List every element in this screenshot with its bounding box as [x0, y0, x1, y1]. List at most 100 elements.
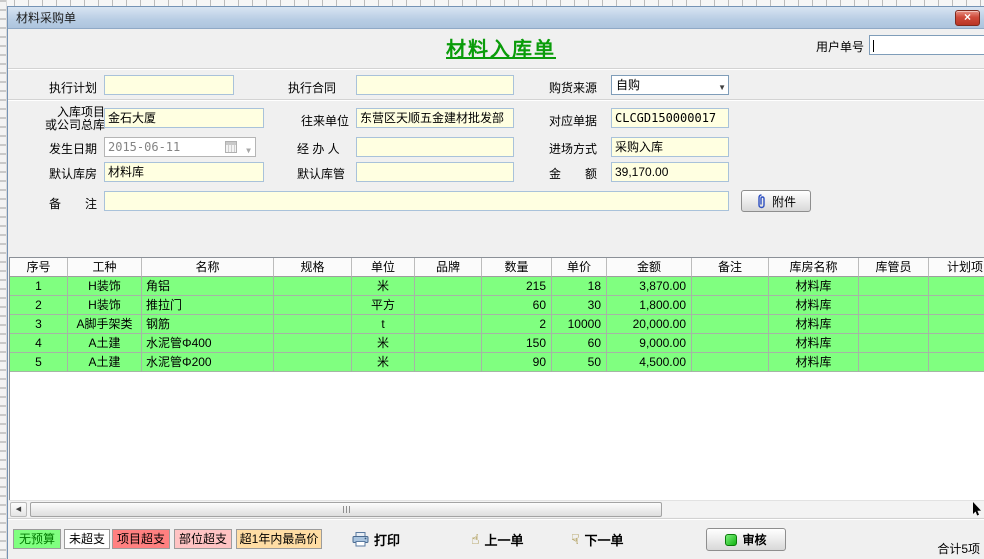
- exec-contract-input[interactable]: [356, 75, 514, 95]
- table-cell[interactable]: 2: [482, 315, 552, 334]
- user-no-input[interactable]: [869, 35, 984, 55]
- table-cell[interactable]: [415, 334, 482, 353]
- table-cell[interactable]: 30: [552, 296, 607, 315]
- column-header-12[interactable]: 库管员: [859, 258, 929, 277]
- table-cell[interactable]: A土建: [68, 334, 142, 353]
- table-cell[interactable]: [859, 277, 929, 296]
- print-button[interactable]: 打印: [352, 527, 400, 551]
- column-header-2[interactable]: 工种: [68, 258, 142, 277]
- date-picker[interactable]: 2015-06-11 ▼: [104, 137, 256, 157]
- column-header-3[interactable]: 名称: [142, 258, 274, 277]
- table-cell[interactable]: [692, 277, 769, 296]
- table-cell[interactable]: 米: [352, 334, 415, 353]
- table-cell[interactable]: 2: [10, 296, 68, 315]
- table-cell[interactable]: [415, 315, 482, 334]
- table-cell[interactable]: A脚手架类: [68, 315, 142, 334]
- table-cell[interactable]: 90: [482, 353, 552, 372]
- table-cell[interactable]: [692, 315, 769, 334]
- table-cell[interactable]: H装饰: [68, 296, 142, 315]
- table-cell[interactable]: 材料库: [769, 353, 859, 372]
- table-cell[interactable]: 材料库: [769, 296, 859, 315]
- table-cell[interactable]: [415, 277, 482, 296]
- table-cell[interactable]: 1: [10, 277, 68, 296]
- table-cell[interactable]: 150: [482, 334, 552, 353]
- window-titlebar[interactable]: 材料采购单: [8, 7, 984, 29]
- close-button[interactable]: ×: [955, 10, 980, 26]
- horizontal-scrollbar[interactable]: ◀: [9, 500, 984, 517]
- table-cell[interactable]: 9,000.00: [607, 334, 692, 353]
- table-cell[interactable]: 推拉门: [142, 296, 274, 315]
- table-cell[interactable]: t: [352, 315, 415, 334]
- counterparty-input[interactable]: 东营区天顺五金建材批发部: [356, 108, 514, 128]
- table-cell[interactable]: [274, 353, 352, 372]
- table-cell[interactable]: 材料库: [769, 334, 859, 353]
- table-row[interactable]: 3A脚手架类钢筋t21000020,000.00材料库: [10, 315, 984, 334]
- table-cell[interactable]: 5: [10, 353, 68, 372]
- table-cell[interactable]: [692, 353, 769, 372]
- table-row[interactable]: 1H装饰角铝米215183,870.00材料库: [10, 277, 984, 296]
- purchase-source-select[interactable]: 自购 ▼: [611, 75, 729, 95]
- table-cell[interactable]: 50: [552, 353, 607, 372]
- table-cell[interactable]: [415, 296, 482, 315]
- table-cell[interactable]: [929, 296, 984, 315]
- table-cell[interactable]: 角铝: [142, 277, 274, 296]
- audit-button[interactable]: 审核: [706, 528, 786, 551]
- table-cell[interactable]: [274, 334, 352, 353]
- table-cell[interactable]: 水泥管Φ200: [142, 353, 274, 372]
- table-cell[interactable]: 1,800.00: [607, 296, 692, 315]
- table-cell[interactable]: [415, 353, 482, 372]
- scroll-left-button[interactable]: ◀: [10, 502, 27, 517]
- table-cell[interactable]: [692, 334, 769, 353]
- entry-mode-input[interactable]: 采购入库: [611, 137, 729, 157]
- table-row[interactable]: 4A土建水泥管Φ400米150609,000.00材料库: [10, 334, 984, 353]
- column-header-9[interactable]: 金额: [607, 258, 692, 277]
- column-header-13[interactable]: 计划项目: [929, 258, 984, 277]
- attachment-button[interactable]: 附件: [741, 190, 811, 212]
- table-cell[interactable]: 60: [482, 296, 552, 315]
- column-header-8[interactable]: 单价: [552, 258, 607, 277]
- table-cell[interactable]: [692, 296, 769, 315]
- table-row[interactable]: 5A土建水泥管Φ200 米 90504,500.00 材料库: [10, 353, 984, 372]
- table-cell[interactable]: 3: [10, 315, 68, 334]
- table-cell[interactable]: [274, 315, 352, 334]
- project-input[interactable]: 金石大厦: [104, 108, 264, 128]
- table-row[interactable]: 2H装饰推拉门平方60301,800.00材料库: [10, 296, 984, 315]
- column-header-5[interactable]: 单位: [352, 258, 415, 277]
- table-cell[interactable]: 米: [352, 277, 415, 296]
- column-header-7[interactable]: 数量: [482, 258, 552, 277]
- table-cell[interactable]: 米: [352, 353, 415, 372]
- table-cell[interactable]: [929, 277, 984, 296]
- table-cell[interactable]: 20,000.00: [607, 315, 692, 334]
- amount-input[interactable]: 39,170.00: [611, 162, 729, 182]
- table-cell[interactable]: [929, 334, 984, 353]
- next-order-button[interactable]: ☟ 下一单: [571, 527, 624, 551]
- table-cell[interactable]: [859, 353, 929, 372]
- table-cell[interactable]: A土建: [68, 353, 142, 372]
- table-cell[interactable]: 4: [10, 334, 68, 353]
- table-cell[interactable]: 10000: [552, 315, 607, 334]
- previous-order-button[interactable]: ☝ 上一单: [471, 527, 524, 551]
- table-cell[interactable]: 水泥管Φ400: [142, 334, 274, 353]
- table-cell[interactable]: 18: [552, 277, 607, 296]
- table-cell[interactable]: [929, 315, 984, 334]
- column-header-4[interactable]: 规格: [274, 258, 352, 277]
- table-cell[interactable]: 4,500.00: [607, 353, 692, 372]
- remark-input[interactable]: [104, 191, 729, 211]
- column-header-1[interactable]: 序号: [10, 258, 68, 277]
- handler-input[interactable]: [356, 137, 514, 157]
- table-cell[interactable]: [274, 277, 352, 296]
- table-cell[interactable]: [274, 296, 352, 315]
- table-cell[interactable]: 215: [482, 277, 552, 296]
- table-cell[interactable]: 材料库: [769, 315, 859, 334]
- table-cell[interactable]: [859, 334, 929, 353]
- default-warehouse-input[interactable]: 材料库: [104, 162, 264, 182]
- table-cell[interactable]: [859, 315, 929, 334]
- scrollbar-thumb[interactable]: [30, 502, 662, 517]
- table-cell[interactable]: [859, 296, 929, 315]
- exec-plan-input[interactable]: [104, 75, 234, 95]
- table-cell[interactable]: 3,870.00: [607, 277, 692, 296]
- ref-doc-input[interactable]: CLCGD150000017: [611, 108, 729, 128]
- column-header-6[interactable]: 品牌: [415, 258, 482, 277]
- table-cell[interactable]: 材料库: [769, 277, 859, 296]
- table-cell[interactable]: [929, 353, 984, 372]
